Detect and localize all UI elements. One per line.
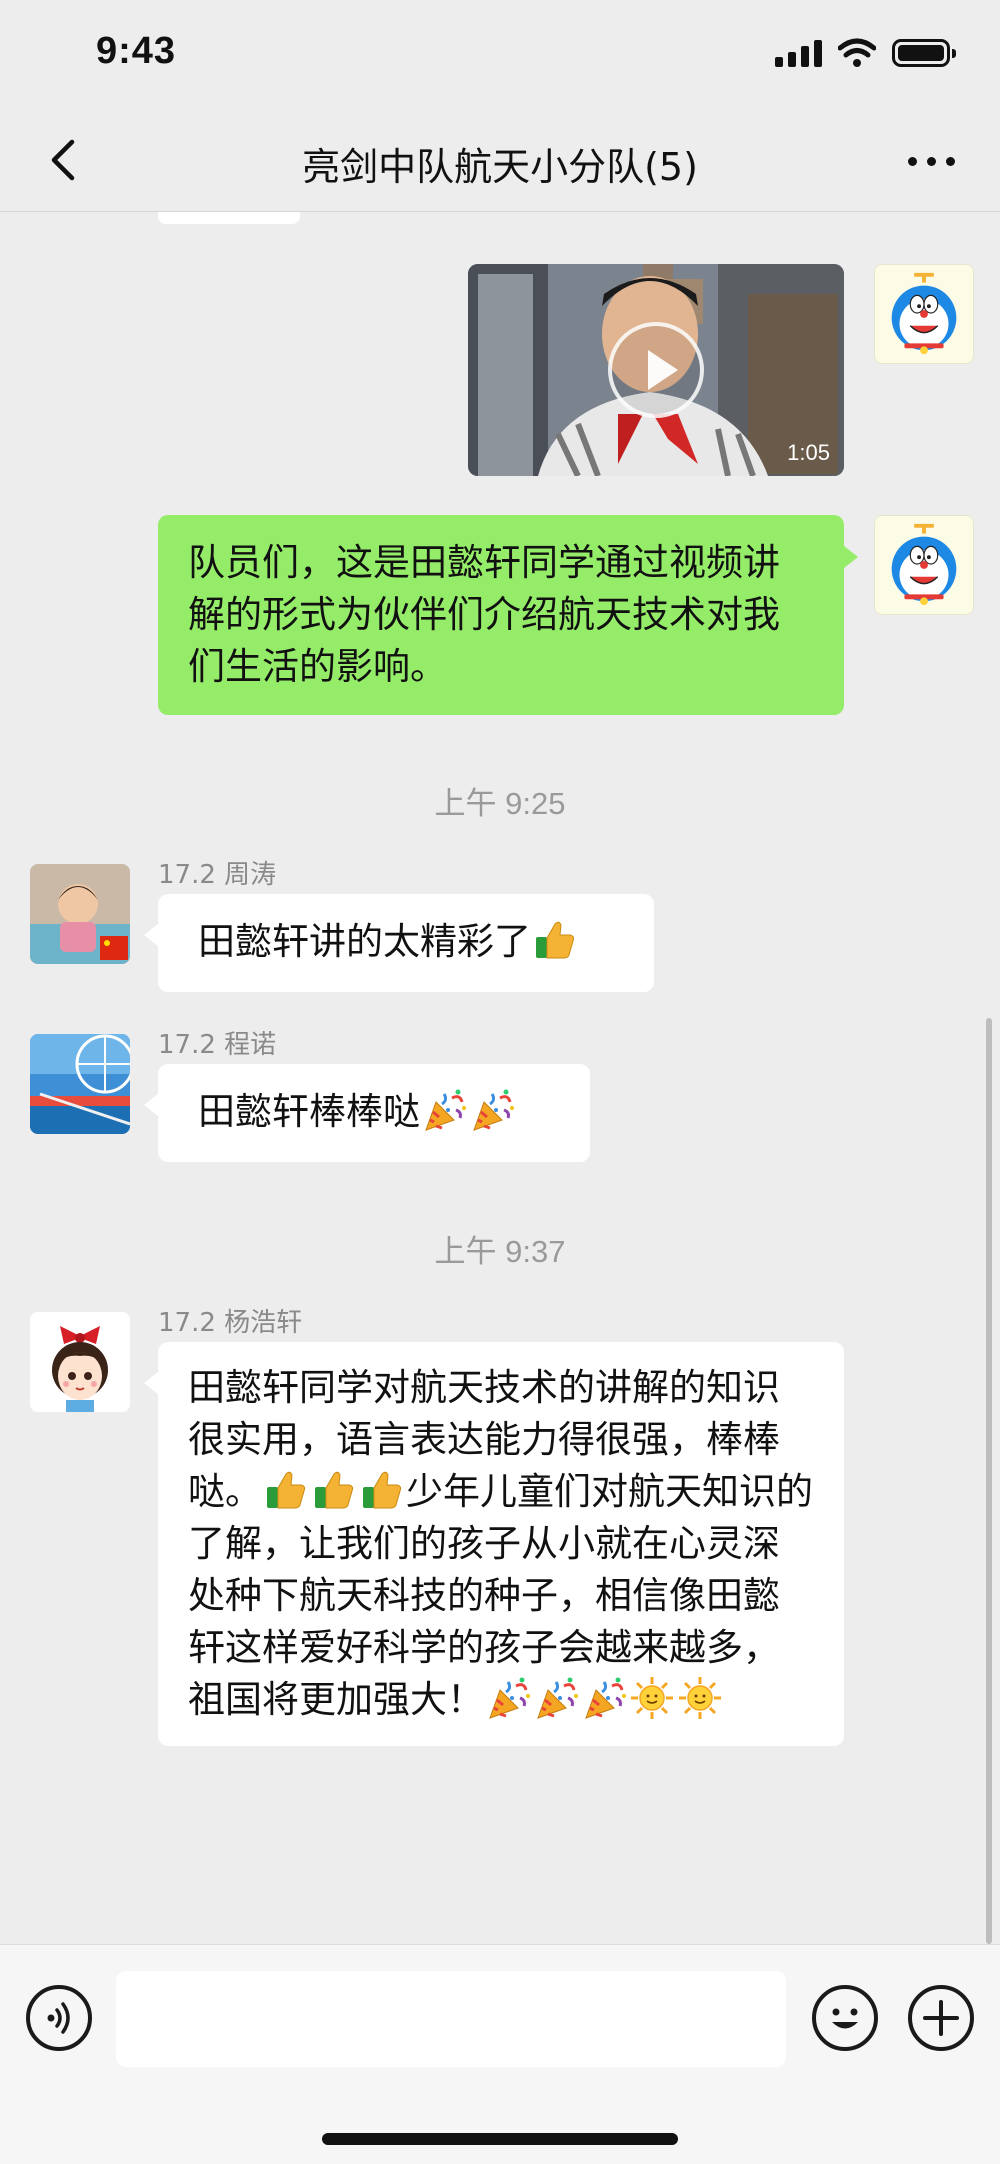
status-icons <box>775 38 956 68</box>
emoji-button[interactable] <box>812 1985 878 2051</box>
child-photo-avatar <box>30 864 130 964</box>
partial-message-bubble <box>158 212 300 224</box>
status-time: 9:43 <box>96 30 177 72</box>
home-indicator <box>322 2133 678 2145</box>
doraemon-avatar-icon <box>889 272 959 357</box>
message-text: 田懿轩讲的太精彩了 <box>198 920 531 963</box>
wifi-icon <box>838 38 876 67</box>
status-bar: 9:43 <box>0 0 1000 110</box>
received-message[interactable]: 田懿轩棒棒哒 <box>158 1064 590 1162</box>
cartoon-girl-avatar <box>30 1312 130 1412</box>
voice-button[interactable] <box>26 1985 92 2051</box>
party-popper-icon <box>488 1676 530 1720</box>
nav-bar: 亮剑中队航天小分队(5) <box>0 110 1000 212</box>
party-popper-icon <box>424 1088 466 1132</box>
bubble-tail <box>144 1372 158 1394</box>
sender-name: 17.2 周涛 <box>158 860 277 890</box>
doraemon-avatar-icon <box>889 523 959 608</box>
video-message[interactable]: 1:05 <box>468 264 844 476</box>
message-input[interactable] <box>116 1971 786 2067</box>
chat-title: 亮剑中队航天小分队(5) <box>302 145 698 189</box>
cellular-signal-icon <box>775 39 822 67</box>
video-duration: 1:05 <box>787 440 830 465</box>
sun-icon <box>678 1676 722 1720</box>
thumbs-up-icon <box>266 1471 306 1509</box>
chat-screen: 9:43 亮剑中队航天小分队(5) 1:05 队员们，这是田懿轩同学通过视频讲解… <box>0 0 1000 2164</box>
sender-avatar[interactable] <box>30 864 130 964</box>
voice-icon <box>47 2002 70 2034</box>
message-text: 田懿轩棒棒哒 <box>198 1090 420 1133</box>
thumbs-up-icon <box>535 921 575 959</box>
input-bar <box>0 1944 1000 2164</box>
more-options-icon[interactable] <box>898 136 964 186</box>
plus-icon <box>923 2000 959 2036</box>
sender-name: 17.2 杨浩轩 <box>158 1308 303 1338</box>
bubble-tail <box>844 546 858 568</box>
sender-avatar[interactable] <box>30 1312 130 1412</box>
bubble-tail <box>144 1094 158 1116</box>
smiley-icon <box>832 2008 858 2029</box>
scrollbar[interactable] <box>986 1018 992 1944</box>
play-icon[interactable] <box>608 322 704 418</box>
bubble-tail <box>144 924 158 946</box>
ferris-wheel-avatar <box>30 1034 130 1134</box>
thumbs-up-icon <box>362 1471 402 1509</box>
timestamp: 上午 9:25 <box>434 786 566 821</box>
my-avatar[interactable] <box>874 515 974 615</box>
message-list[interactable]: 1:05 队员们，这是田懿轩同学通过视频讲解的形式为伙伴们介绍航天技术对我们生活… <box>0 212 1000 1944</box>
sender-avatar[interactable] <box>30 1034 130 1134</box>
received-message[interactable]: 田懿轩讲的太精彩了 <box>158 894 654 992</box>
my-avatar[interactable] <box>874 264 974 364</box>
battery-icon <box>892 39 956 67</box>
sender-name: 17.2 程诺 <box>158 1030 277 1060</box>
timestamp: 上午 9:37 <box>434 1234 566 1269</box>
add-button[interactable] <box>908 1985 974 2051</box>
received-message[interactable]: 田懿轩同学对航天技术的讲解的知识很实用，语言表达能力得很强，棒棒哒。 少年儿童们对… <box>158 1342 844 1746</box>
party-popper-icon <box>584 1676 626 1720</box>
party-popper-icon <box>472 1088 514 1132</box>
sun-icon <box>630 1676 674 1720</box>
my-text-message[interactable]: 队员们，这是田懿轩同学通过视频讲解的形式为伙伴们介绍航天技术对我们生活的影响。 <box>158 515 844 715</box>
thumbs-up-icon <box>314 1471 354 1509</box>
party-popper-icon <box>536 1676 578 1720</box>
